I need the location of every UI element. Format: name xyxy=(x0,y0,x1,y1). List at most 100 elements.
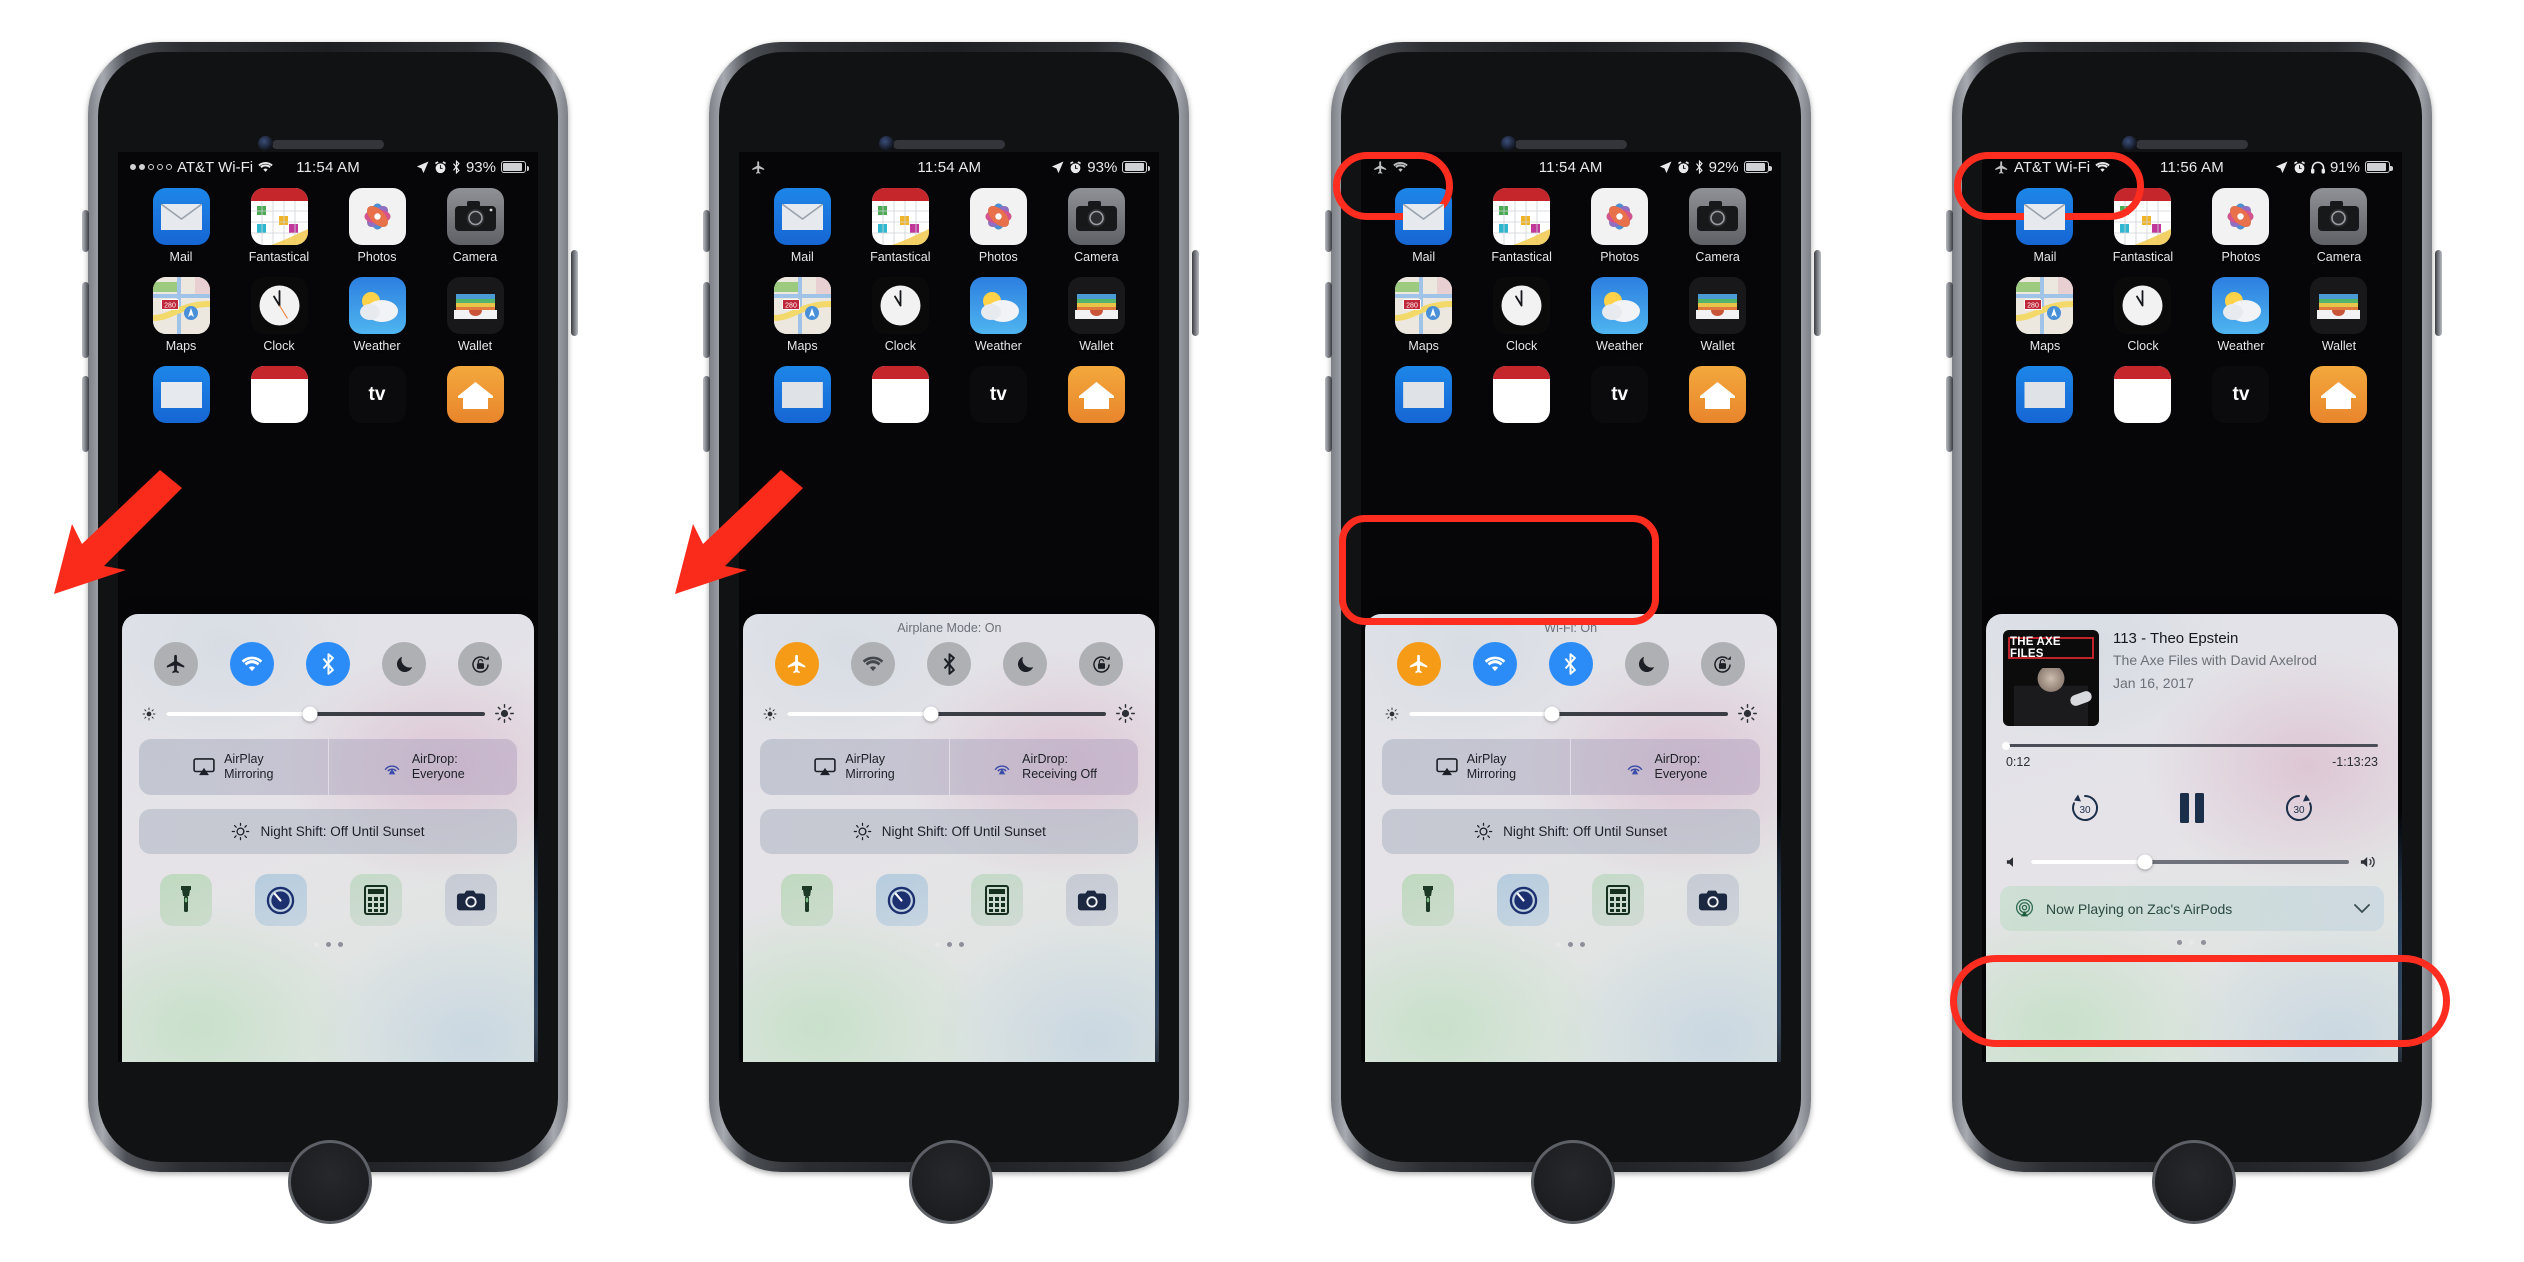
calculator-button[interactable] xyxy=(349,874,402,926)
app-icon-photos[interactable]: Photos xyxy=(949,188,1047,264)
app-icon-clock[interactable]: Clock xyxy=(851,277,949,353)
airplay-mirroring-button[interactable]: AirPlay Mirroring xyxy=(139,739,328,795)
app-icon-row3-1[interactable] xyxy=(753,366,851,423)
wifi-toggle[interactable] xyxy=(230,642,274,686)
playback-scrubber[interactable] xyxy=(2001,741,2378,750)
ring-switch[interactable] xyxy=(82,210,89,252)
do-not-disturb-toggle[interactable] xyxy=(1003,642,1048,686)
app-icon-row3-2[interactable] xyxy=(851,366,949,423)
volume-down-button[interactable] xyxy=(703,376,711,452)
app-icon-maps[interactable]: 280 Maps xyxy=(132,277,230,353)
app-icon-tv[interactable]: tv xyxy=(949,366,1047,423)
app-icon-tv[interactable]: tv xyxy=(2192,366,2290,423)
volume-up-button[interactable] xyxy=(703,282,711,358)
brightness-slider[interactable] xyxy=(1408,706,1728,721)
airdrop-button[interactable]: AirDrop: Everyone xyxy=(1570,739,1760,795)
rotation-lock-toggle[interactable] xyxy=(1700,642,1745,686)
bluetooth-toggle[interactable] xyxy=(927,642,972,686)
night-shift-button[interactable]: Night Shift: Off Until Sunset xyxy=(139,809,517,854)
app-icon-photos[interactable]: Photos xyxy=(328,188,426,264)
app-icon-photos[interactable]: Photos xyxy=(2192,188,2290,264)
app-icon-home[interactable] xyxy=(1047,366,1145,423)
app-icon-fantastical[interactable]: Fantastical xyxy=(230,188,328,264)
flashlight-button[interactable] xyxy=(1402,874,1455,926)
rotation-lock-toggle[interactable] xyxy=(1079,642,1124,686)
calculator-button[interactable] xyxy=(970,874,1023,926)
app-icon-fantastical[interactable]: Fantastical xyxy=(851,188,949,264)
volume-down-button[interactable] xyxy=(82,376,89,452)
app-icon-row3-2[interactable] xyxy=(2094,366,2192,423)
volume-down-button[interactable] xyxy=(1324,376,1332,452)
flashlight-button[interactable] xyxy=(159,874,212,926)
timer-button[interactable] xyxy=(875,874,928,926)
power-button[interactable] xyxy=(1192,250,1200,336)
volume-up-button[interactable] xyxy=(1324,282,1332,358)
camera-button[interactable] xyxy=(1687,874,1740,926)
app-icon-tv[interactable]: tv xyxy=(328,366,426,423)
app-icon-mail[interactable]: Mail xyxy=(753,188,851,264)
volume-down-button[interactable] xyxy=(1945,376,1953,452)
airplane-mode-toggle[interactable] xyxy=(1396,642,1441,686)
timer-button[interactable] xyxy=(254,874,307,926)
home-button[interactable] xyxy=(1530,1140,1615,1224)
app-icon-mail[interactable]: Mail xyxy=(1996,188,2094,264)
app-icon-wallet[interactable]: Wallet xyxy=(2290,277,2388,353)
app-icon-camera[interactable]: Camera xyxy=(2290,188,2388,264)
app-icon-home[interactable] xyxy=(426,366,524,423)
app-icon-row3-1[interactable] xyxy=(1375,366,1473,423)
ring-switch[interactable] xyxy=(1324,210,1332,252)
night-shift-button[interactable]: Night Shift: Off Until Sunset xyxy=(1381,809,1760,854)
app-icon-maps[interactable]: 280 Maps xyxy=(1375,277,1473,353)
power-button[interactable] xyxy=(571,250,578,336)
app-icon-home[interactable] xyxy=(1669,366,1767,423)
app-icon-row3-1[interactable] xyxy=(132,366,230,423)
app-icon-mail[interactable]: Mail xyxy=(1375,188,1473,264)
app-icon-weather[interactable]: Weather xyxy=(949,277,1047,353)
app-icon-weather[interactable]: Weather xyxy=(2192,277,2290,353)
airplay-route-button[interactable]: Now Playing on Zac's AirPods xyxy=(1999,886,2384,931)
camera-button[interactable] xyxy=(444,874,497,926)
ring-switch[interactable] xyxy=(703,210,711,252)
app-icon-weather[interactable]: Weather xyxy=(328,277,426,353)
airplay-mirroring-button[interactable]: AirPlay Mirroring xyxy=(760,739,949,795)
wifi-toggle[interactable] xyxy=(1472,642,1517,686)
app-icon-maps[interactable]: 280 Maps xyxy=(753,277,851,353)
app-icon-clock[interactable]: Clock xyxy=(2094,277,2192,353)
airplane-mode-toggle[interactable] xyxy=(775,642,820,686)
app-icon-clock[interactable]: Clock xyxy=(230,277,328,353)
app-icon-mail[interactable]: Mail xyxy=(132,188,230,264)
app-icon-photos[interactable]: Photos xyxy=(1571,188,1669,264)
app-icon-camera[interactable]: Camera xyxy=(1047,188,1145,264)
flashlight-button[interactable] xyxy=(780,874,833,926)
power-button[interactable] xyxy=(2434,250,2442,336)
timer-button[interactable] xyxy=(1497,874,1550,926)
rotation-lock-toggle[interactable] xyxy=(458,642,502,686)
app-icon-wallet[interactable]: Wallet xyxy=(426,277,524,353)
ring-switch[interactable] xyxy=(1945,210,1953,252)
airdrop-button[interactable]: AirDrop: Everyone xyxy=(327,739,518,795)
wifi-toggle[interactable] xyxy=(851,642,896,686)
app-icon-wallet[interactable]: Wallet xyxy=(1669,277,1767,353)
bluetooth-toggle[interactable] xyxy=(1548,642,1593,686)
app-icon-camera[interactable]: Camera xyxy=(1669,188,1767,264)
do-not-disturb-toggle[interactable] xyxy=(382,642,426,686)
app-icon-maps[interactable]: 280 Maps xyxy=(1996,277,2094,353)
app-icon-fantastical[interactable]: Fantastical xyxy=(1473,188,1571,264)
volume-slider[interactable] xyxy=(2030,854,2349,870)
volume-up-button[interactable] xyxy=(1945,282,1953,358)
play-pause-button[interactable] xyxy=(2177,792,2207,829)
app-icon-row3-2[interactable] xyxy=(1473,366,1571,423)
volume-up-button[interactable] xyxy=(82,282,89,358)
app-icon-camera[interactable]: Camera xyxy=(426,188,524,264)
home-button[interactable] xyxy=(288,1140,372,1224)
airplay-mirroring-button[interactable]: AirPlay Mirroring xyxy=(1382,739,1571,795)
app-icon-fantastical[interactable]: Fantastical xyxy=(2094,188,2192,264)
bluetooth-toggle[interactable] xyxy=(306,642,350,686)
skip-back-30-button[interactable]: 30 xyxy=(2068,791,2102,830)
app-icon-home[interactable] xyxy=(2290,366,2388,423)
app-icon-weather[interactable]: Weather xyxy=(1571,277,1669,353)
power-button[interactable] xyxy=(1813,250,1821,336)
skip-forward-30-button[interactable]: 30 xyxy=(2282,791,2316,830)
home-button[interactable] xyxy=(2151,1140,2236,1224)
camera-button[interactable] xyxy=(1065,874,1118,926)
